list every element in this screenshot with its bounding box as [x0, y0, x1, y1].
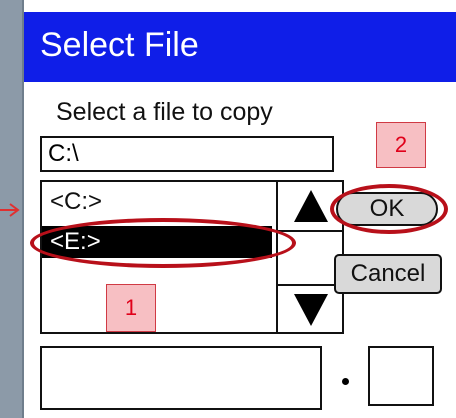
- list-item-e-drive[interactable]: <E:>: [42, 226, 272, 258]
- cancel-button[interactable]: Cancel: [334, 254, 442, 294]
- path-input[interactable]: C:\: [40, 136, 334, 172]
- pointer-arrow-icon: [0, 203, 20, 217]
- step-callout-2: 2: [376, 122, 426, 168]
- list-item-c-drive[interactable]: <C:>: [42, 186, 272, 218]
- drive-list: <C:> <E:>: [42, 182, 276, 332]
- ok-button[interactable]: OK: [336, 192, 438, 226]
- filename-input[interactable]: [40, 346, 322, 410]
- title-bar: Select File: [24, 12, 456, 82]
- prompt-label: Select a file to copy: [56, 98, 273, 126]
- scroll-up-icon: [294, 190, 328, 222]
- dialog-title: Select File: [40, 26, 199, 64]
- scroll-up-button[interactable]: [278, 180, 344, 232]
- drive-listbox[interactable]: <C:> <E:>: [40, 180, 344, 334]
- extension-input[interactable]: [368, 346, 434, 406]
- select-file-dialog: Select File Select a file to copy C:\ <C…: [22, 0, 456, 418]
- extension-separator-dot: [342, 378, 349, 385]
- scroll-down-icon: [294, 294, 328, 326]
- step-callout-1: 1: [106, 284, 156, 332]
